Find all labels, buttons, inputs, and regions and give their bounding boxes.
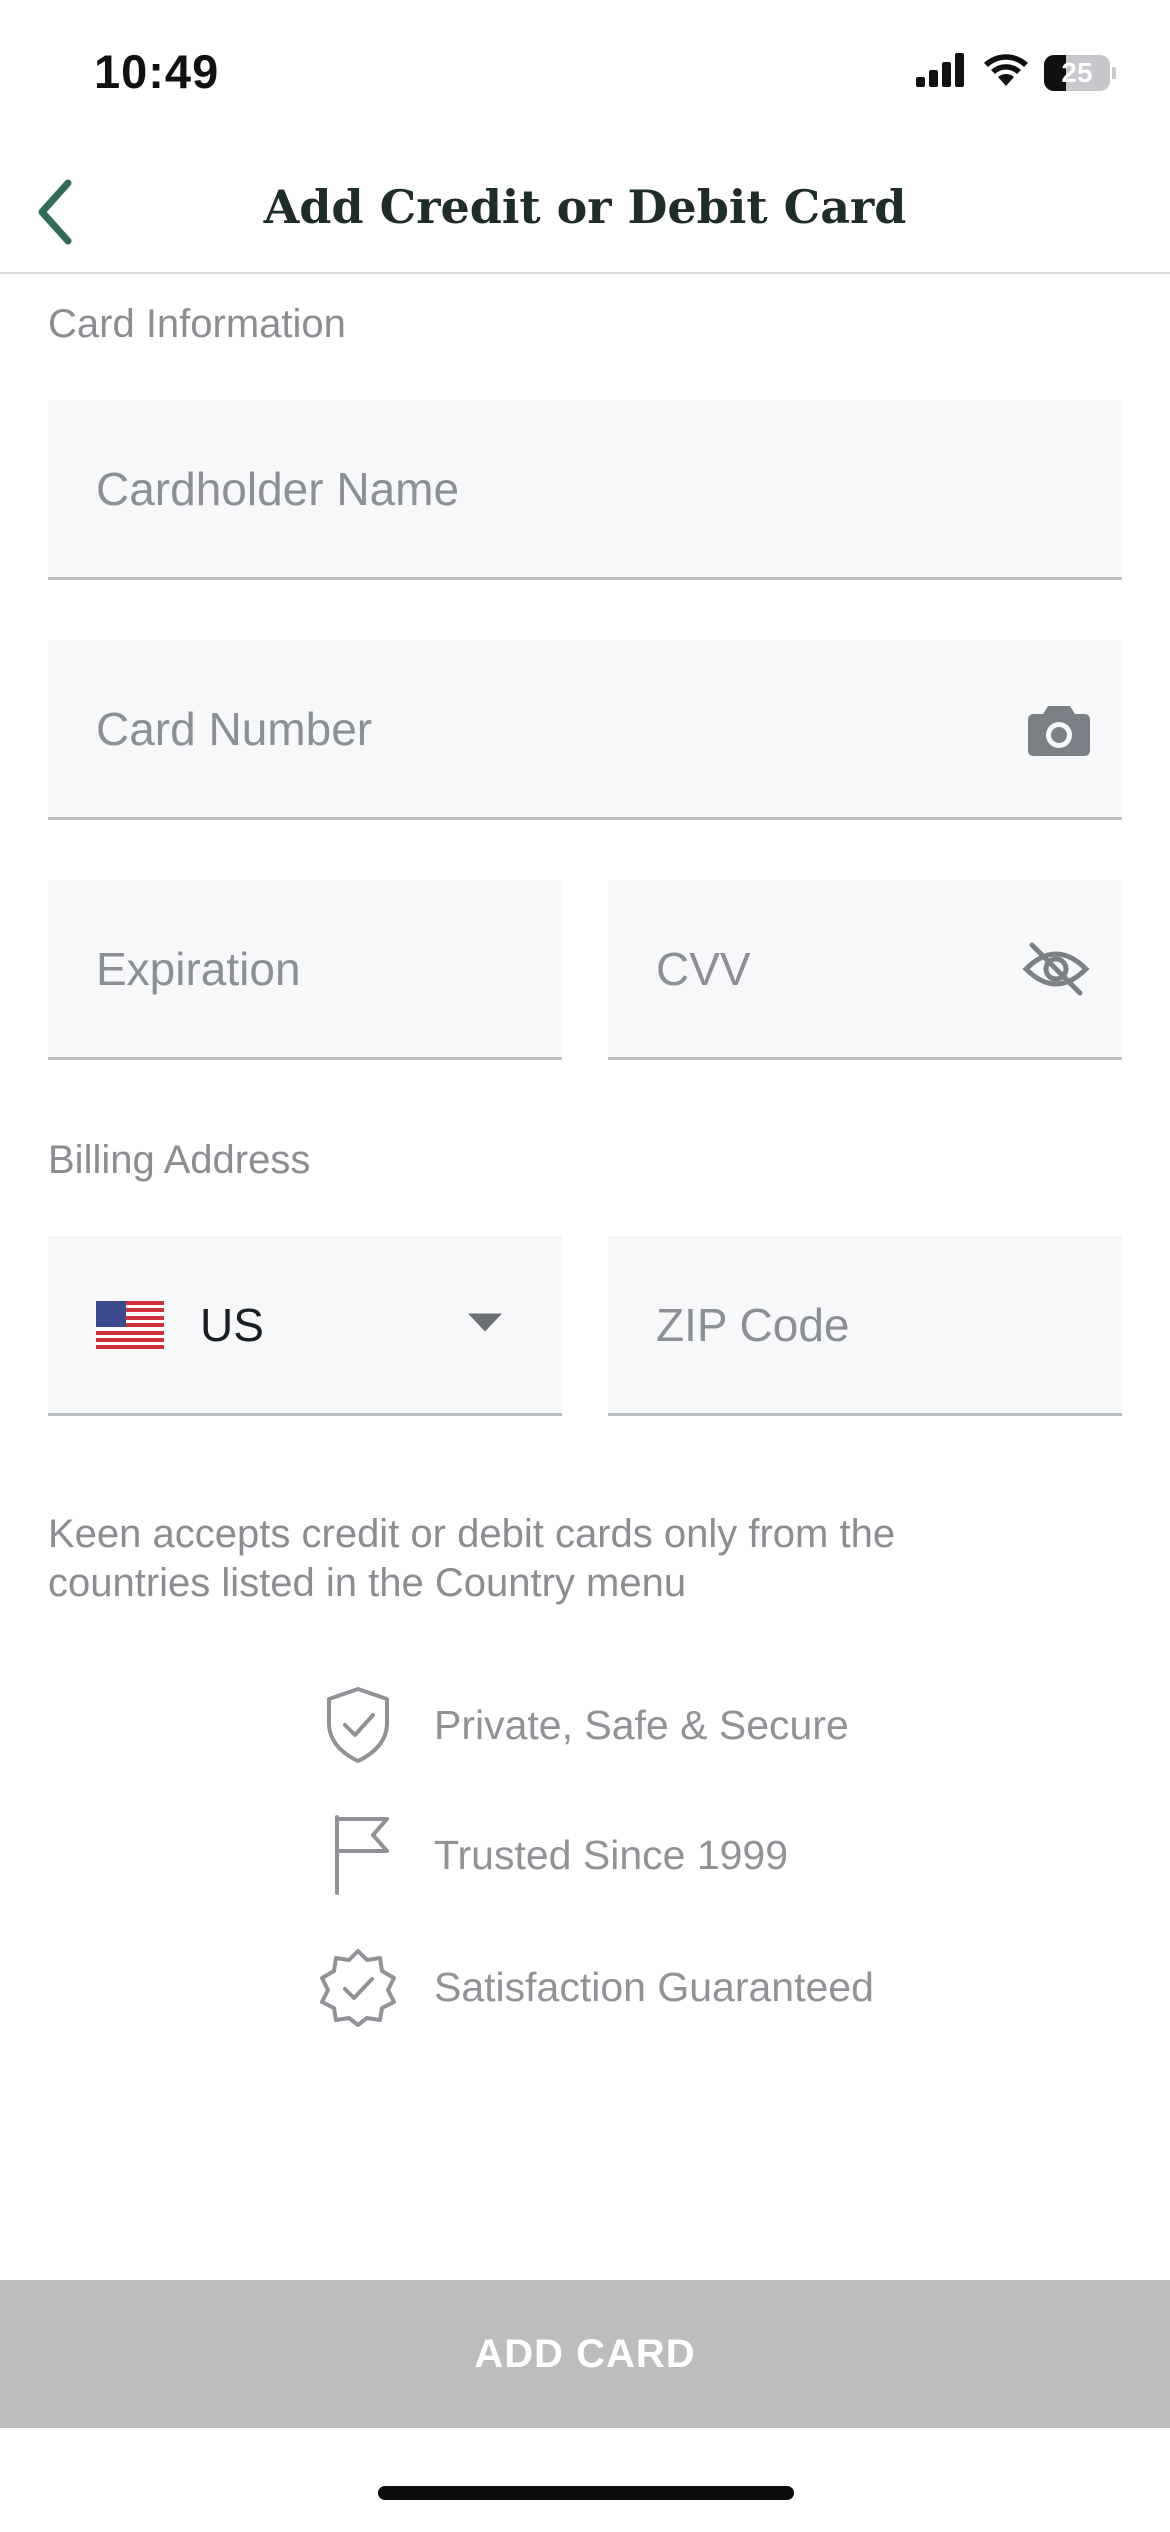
card-number-placeholder: Card Number xyxy=(96,702,373,755)
status-time: 10:49 xyxy=(94,45,220,98)
us-flag-icon xyxy=(96,1300,164,1349)
camera-icon[interactable] xyxy=(1028,702,1090,756)
wifi-icon xyxy=(982,52,1030,93)
home-indicator[interactable] xyxy=(378,2486,794,2500)
page-title: Add Credit or Debit Card xyxy=(263,180,907,234)
cellular-signal-icon xyxy=(916,53,968,92)
expiration-field[interactable]: Expiration xyxy=(48,880,562,1060)
country-note: Keen accepts credit or debit cards only … xyxy=(48,1512,896,1605)
add-card-screen: 10:49 25 Add Credit or Debit Card Card I… xyxy=(0,0,1170,2532)
battery-level: 25 xyxy=(1061,56,1093,88)
cvv-field[interactable]: CVV xyxy=(608,880,1122,1060)
badge-check-icon xyxy=(318,1947,398,2027)
add-card-label: ADD CARD xyxy=(474,2331,696,2376)
battery-tip xyxy=(1112,66,1116,79)
battery-icon: 25 xyxy=(1044,54,1110,91)
trust-item-trusted: Trusted Since 1999 xyxy=(318,1815,788,1895)
eye-off-icon[interactable] xyxy=(1022,941,1090,997)
trust-item-label: Private, Safe & Secure xyxy=(434,1701,849,1748)
trust-item-secure: Private, Safe & Secure xyxy=(318,1685,849,1765)
zip-code-field[interactable]: ZIP Code xyxy=(608,1236,1122,1416)
nav-header: Add Credit or Debit Card xyxy=(0,150,1170,274)
caret-down-icon xyxy=(468,1313,502,1336)
country-select[interactable]: US xyxy=(48,1236,562,1416)
cardholder-name-field[interactable]: Cardholder Name xyxy=(48,400,1122,580)
cvv-placeholder: CVV xyxy=(656,942,751,995)
trust-item-satisfaction: Satisfaction Guaranteed xyxy=(318,1947,874,2027)
zip-code-placeholder: ZIP Code xyxy=(656,1298,850,1351)
flag-icon xyxy=(318,1815,398,1895)
shield-check-icon xyxy=(318,1685,398,1765)
add-card-button[interactable]: ADD CARD xyxy=(0,2280,1170,2428)
card-information-label: Card Information xyxy=(48,302,346,346)
billing-address-label: Billing Address xyxy=(48,1138,311,1182)
status-icons: 25 xyxy=(916,52,1116,93)
country-value: US xyxy=(200,1298,264,1351)
trust-item-label: Satisfaction Guaranteed xyxy=(434,1963,874,2010)
cardholder-name-placeholder: Cardholder Name xyxy=(96,462,460,515)
trust-item-label: Trusted Since 1999 xyxy=(434,1831,789,1878)
card-number-field[interactable]: Card Number xyxy=(48,640,1122,820)
expiration-placeholder: Expiration xyxy=(96,942,301,995)
